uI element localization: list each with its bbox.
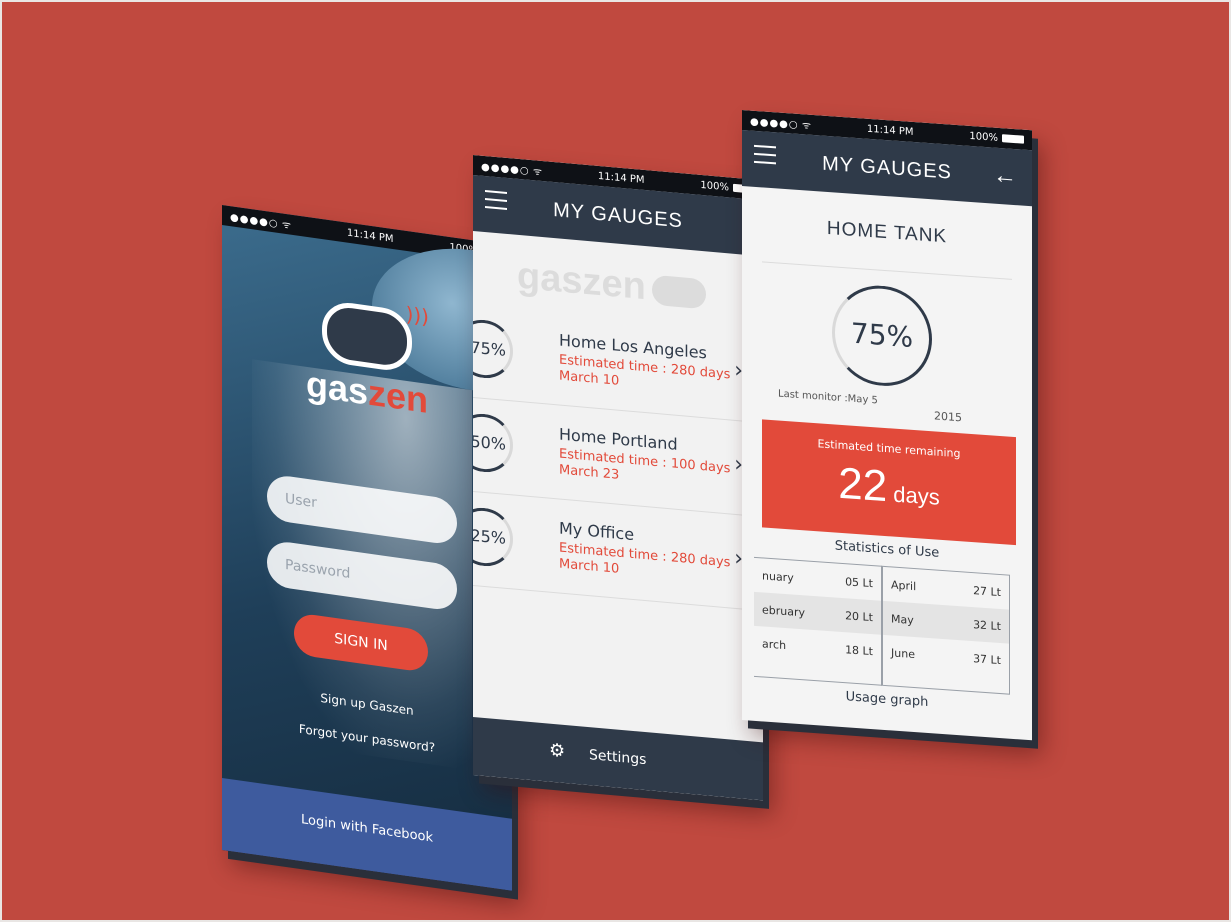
battery-label: 100% xyxy=(700,179,729,193)
status-time: 11:14 PM xyxy=(866,123,914,138)
status-time: 11:14 PM xyxy=(346,227,394,245)
gauge-detail-screen: ●●●●○ ᯤ 11:14 PM 100% MY GAUGES ← HOME T… xyxy=(742,110,1032,741)
status-time: 11:14 PM xyxy=(597,170,645,186)
gauge-percent-ring: 25% xyxy=(473,505,513,569)
back-arrow-icon[interactable]: ← xyxy=(993,162,1018,192)
battery-icon xyxy=(1002,133,1024,144)
login-with-facebook-button[interactable]: Login with Facebook xyxy=(222,778,512,891)
remaining-value: 22 days xyxy=(838,458,940,512)
watermark-tank-icon xyxy=(651,274,706,310)
tank-percent-gauge: 75% xyxy=(832,282,932,390)
wifi-icon: ᯤ xyxy=(532,166,542,179)
stats-column-right: April 27 Lt May 32 Lt June 37 Lt xyxy=(882,565,1010,695)
gear-icon: ⚙ xyxy=(549,739,566,763)
login-screen: ●●●●○ ᯤ 11:14 PM 100% ))) gaszen User Pa… xyxy=(222,205,512,891)
logo-signal-icon: ))) xyxy=(405,301,429,330)
menu-icon[interactable] xyxy=(485,190,507,210)
gauge-percent-ring: 50% xyxy=(473,411,513,475)
signal-icon: ●●●●○ xyxy=(230,212,279,230)
page-title: MY GAUGES xyxy=(553,198,683,232)
statistics-table: nuary 05 Lt ebruary 20 Lt arch 18 Lt April 2… xyxy=(754,556,1018,695)
signal-icon: ●●●●○ xyxy=(481,161,530,177)
last-monitor-year: 2015 xyxy=(934,409,962,425)
signal-icon: ●●●●○ xyxy=(750,116,799,131)
gaszen-logo: ))) gaszen xyxy=(297,296,437,424)
remaining-time-panel: Estimated time remaining 22 days xyxy=(762,419,1016,546)
last-monitor-label: Last monitor :May 5 xyxy=(778,388,878,407)
gauge-percent-ring: 75% xyxy=(473,317,513,381)
mockup-scene: ●●●●○ ᯤ 11:14 PM 100% ))) gaszen User Pa… xyxy=(0,0,1231,922)
settings-bar[interactable]: ⚙ Settings xyxy=(473,717,763,801)
battery-label: 100% xyxy=(969,130,998,144)
wifi-icon: ᯤ xyxy=(801,120,811,132)
divider xyxy=(762,261,1012,280)
gauge-list-screen: ●●●●○ ᯤ 11:14 PM 100% MY GAUGES gaszen 7… xyxy=(473,155,763,801)
gaszen-watermark: gaszen xyxy=(517,255,706,315)
gauge-name: My Office xyxy=(559,518,635,545)
menu-icon[interactable] xyxy=(754,144,776,165)
logo-tank-icon: ))) xyxy=(322,299,429,374)
wifi-icon: ᯤ xyxy=(281,219,291,232)
stats-column-left: nuary 05 Lt ebruary 20 Lt arch 18 Lt xyxy=(754,556,882,686)
settings-label: Settings xyxy=(589,747,647,769)
tank-title: HOME TANK xyxy=(826,217,948,248)
page-title: MY GAUGES xyxy=(822,152,952,184)
